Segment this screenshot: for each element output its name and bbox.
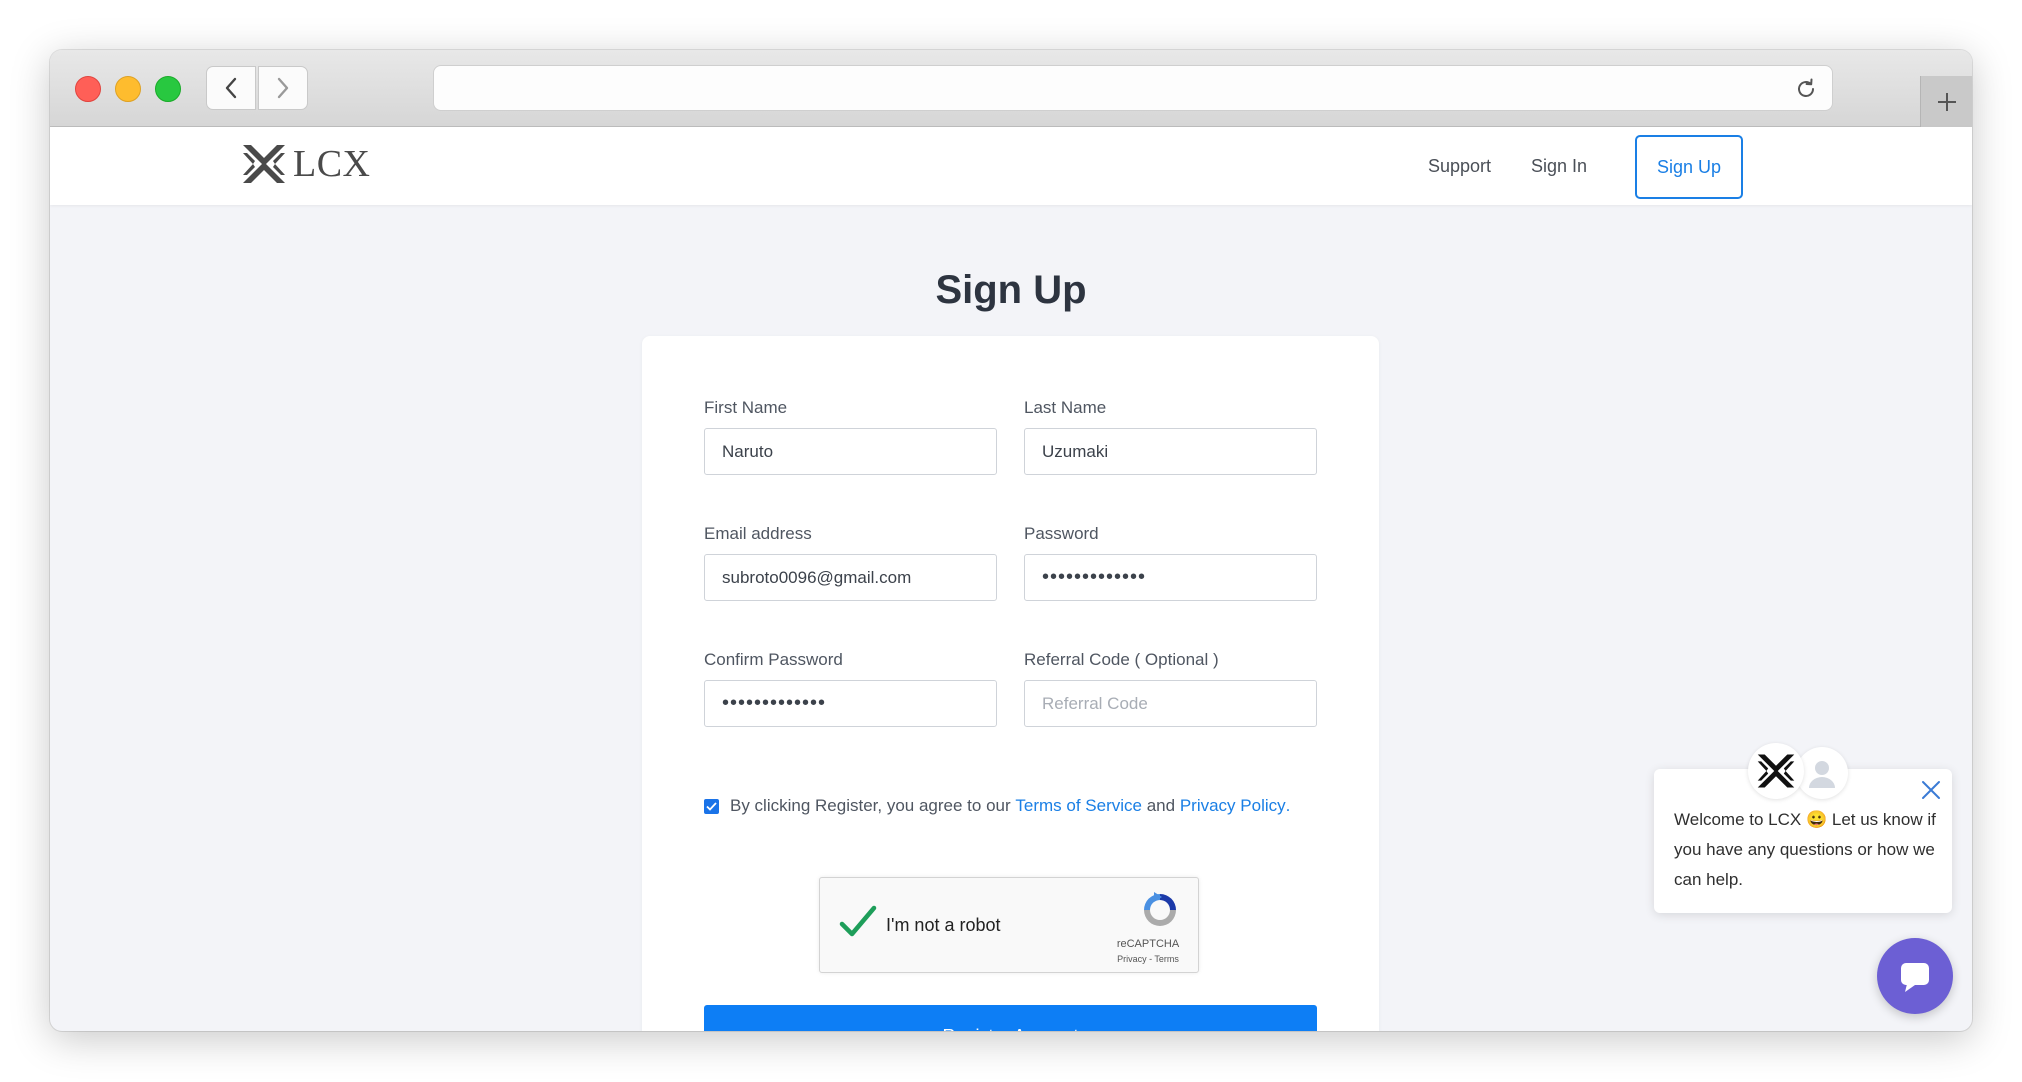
new-tab-button[interactable] bbox=[1920, 76, 1972, 127]
recaptcha-widget: I'm not a robot reCAPTCHA Privacy - Term… bbox=[819, 877, 1199, 973]
smile-emoji-icon: 😀 bbox=[1805, 810, 1828, 829]
confirm-password-label: Confirm Password bbox=[704, 650, 843, 669]
last-name-label: Last Name bbox=[1024, 398, 1107, 417]
terms-and: and bbox=[1146, 796, 1176, 815]
password-label: Password bbox=[1024, 524, 1099, 543]
window-minimize-button[interactable] bbox=[115, 76, 141, 102]
referral-input[interactable]: Referral Code bbox=[1024, 680, 1317, 727]
lcx-logo-icon bbox=[1757, 754, 1795, 788]
chat-launcher-button[interactable] bbox=[1877, 938, 1953, 1014]
recaptcha-privacy-terms-links[interactable]: Privacy - Terms bbox=[1112, 954, 1184, 964]
window-close-button[interactable] bbox=[75, 76, 101, 102]
reload-icon[interactable] bbox=[1794, 77, 1818, 101]
window-maximize-button[interactable] bbox=[155, 76, 181, 102]
last-name-input[interactable]: Uzumaki bbox=[1024, 428, 1317, 475]
checkmark-icon bbox=[706, 801, 717, 811]
password-input[interactable]: ••••••••••••• bbox=[1024, 554, 1317, 601]
email-input[interactable]: subroto0096@gmail.com bbox=[704, 554, 997, 601]
plus-icon bbox=[1937, 92, 1956, 111]
signup-form-card: First Name Naruto Last Name Uzumaki Emai… bbox=[642, 336, 1379, 1031]
recaptcha-label: I'm not a robot bbox=[886, 915, 1001, 935]
chevron-left-icon bbox=[225, 77, 237, 99]
first-name-label: First Name bbox=[704, 398, 788, 417]
chat-welcome-message: Welcome to LCX 😀 Let us know if you have… bbox=[1674, 805, 1936, 895]
recaptcha-brand: reCAPTCHA bbox=[1116, 938, 1180, 950]
register-account-button[interactable]: Register Account bbox=[704, 1005, 1317, 1031]
terms-suffix: . bbox=[1285, 796, 1291, 815]
logo-text: LCX bbox=[293, 143, 371, 185]
confirm-password-group: Confirm Password ••••••••••••• bbox=[704, 650, 997, 727]
first-name-group: First Name Naruto bbox=[704, 398, 997, 475]
first-name-input[interactable]: Naruto bbox=[704, 428, 997, 475]
lcx-avatar bbox=[1748, 743, 1804, 799]
site-header: LCX Support Sign In Sign Up bbox=[50, 127, 1972, 205]
close-icon[interactable] bbox=[1920, 779, 1942, 801]
terms-agreement: By clicking Register, you agree to our T… bbox=[704, 796, 1290, 816]
nav-sign-up-button[interactable]: Sign Up bbox=[1635, 135, 1743, 199]
referral-group: Referral Code ( Optional ) Referral Code bbox=[1024, 650, 1317, 727]
recaptcha-check-icon[interactable] bbox=[838, 904, 878, 940]
browser-window: LCX Support Sign In Sign Up Sign Up Firs… bbox=[50, 50, 1972, 1031]
user-icon bbox=[1809, 761, 1835, 788]
back-button[interactable] bbox=[206, 66, 256, 110]
chat-message-part1: Welcome to LCX bbox=[1674, 810, 1802, 829]
lcx-logo-icon bbox=[243, 145, 285, 183]
lcx-logo[interactable]: LCX bbox=[241, 141, 371, 187]
terms-prefix: By clicking Register, you agree to our bbox=[730, 796, 1011, 815]
password-group: Password ••••••••••••• bbox=[1024, 524, 1317, 601]
forward-button[interactable] bbox=[258, 66, 308, 110]
address-bar[interactable] bbox=[433, 65, 1833, 111]
terms-checkbox[interactable] bbox=[704, 798, 719, 814]
chat-agent-avatars bbox=[1748, 743, 1858, 803]
referral-label: Referral Code ( Optional ) bbox=[1024, 650, 1219, 669]
email-group: Email address subroto0096@gmail.com bbox=[704, 524, 997, 601]
terms-of-service-link[interactable]: Terms of Service bbox=[1015, 796, 1142, 816]
page-title: Sign Up bbox=[935, 268, 1087, 312]
nav-sign-in-link[interactable]: Sign In bbox=[1531, 156, 1587, 177]
email-label: Email address bbox=[704, 524, 812, 543]
nav-support-link[interactable]: Support bbox=[1428, 156, 1491, 177]
browser-toolbar bbox=[50, 50, 1972, 127]
confirm-password-input[interactable]: ••••••••••••• bbox=[704, 680, 997, 727]
chevron-right-icon bbox=[277, 77, 289, 99]
recaptcha-logo-icon bbox=[1144, 892, 1176, 926]
privacy-policy-link[interactable]: Privacy Policy bbox=[1180, 796, 1286, 816]
last-name-group: Last Name Uzumaki bbox=[1024, 398, 1317, 475]
chat-bubble-icon bbox=[1901, 963, 1929, 992]
